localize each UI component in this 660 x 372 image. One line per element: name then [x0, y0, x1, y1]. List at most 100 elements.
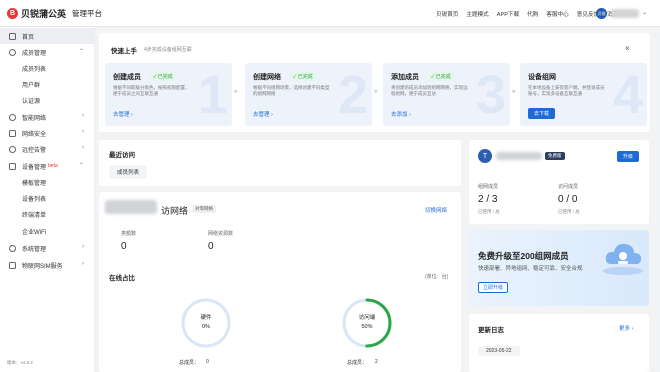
chevron-right-icon: ›	[82, 129, 84, 135]
network-name-blurred	[105, 200, 157, 214]
network-icon	[9, 113, 16, 121]
stat-label: 访问成员	[558, 184, 579, 190]
stat-value: 0	[121, 241, 127, 252]
nav-app-download-link[interactable]: APP下载	[497, 10, 519, 18]
completed-badge: ✓ 已完成	[150, 72, 176, 81]
account-name-blurred	[496, 152, 542, 160]
sidebar-item-device-management[interactable]: 设备管理 beta ⌃	[0, 158, 95, 174]
switch-network-link[interactable]: 切换网络	[425, 206, 447, 214]
chevron-right-icon: ›	[82, 113, 84, 119]
sidebar-item-home[interactable]: 首页	[0, 28, 95, 44]
step-desc: 根据不同职级分角色，按照权限配置，便于成员之间互联互通	[113, 85, 190, 96]
total-label: 总成员：	[179, 360, 200, 366]
sidebar-item-auth-sources[interactable]: 认证源	[0, 92, 95, 108]
sidebar-item-smart-network[interactable]: 智能网络 ›	[0, 109, 95, 125]
sidebar-item-terminal-list[interactable]: 终端清单	[0, 206, 95, 222]
sidebar-item-templates[interactable]: 模板管理	[0, 174, 95, 190]
sidebar-item-system[interactable]: 系统管理 ›	[0, 240, 95, 256]
completed-badge: ✓ 已完成	[290, 72, 316, 81]
sim-card-icon	[9, 261, 16, 269]
step-title: 设备组网	[528, 74, 556, 81]
nav-purchase-link[interactable]: 代购	[527, 10, 538, 18]
shield-icon	[9, 129, 16, 137]
total-label: 总成员：	[347, 360, 368, 366]
ring-percent: 50%	[361, 324, 373, 330]
step-create-members: 1 创建成员 ✓ 已完成 根据不同职级分角色，按照权限配置，便于成员之间互联互通…	[105, 63, 232, 126]
ring-label: 访问端	[358, 315, 376, 321]
chevron-up-icon: ⌃	[78, 49, 84, 55]
logo-icon: B	[7, 8, 18, 19]
network-card: 访网络 对等网络 切换网络 类额数 0 网络资源数 0 在线占比 (单位：台) …	[99, 192, 461, 372]
sidebar-item-enterprise-wifi[interactable]: 企业WiFi	[0, 223, 95, 239]
quickstart-card: 快速上手 4步完成设备组网互联 × 1 创建成员 ✓ 已完成 根据不同职级分角色…	[99, 33, 650, 132]
recent-title: 最近访问	[109, 152, 135, 159]
sidebar-item-user-groups[interactable]: 用户群	[0, 76, 95, 92]
close-icon[interactable]: ×	[625, 44, 630, 53]
step-desc: 将创建的成员添加到组网网络，实现远程组网，便于成员互访	[391, 85, 468, 96]
nav-theme-link[interactable]: 主题模式	[466, 10, 488, 18]
stat-value: 0 / 0	[558, 194, 578, 205]
changelog-card: 更新日志 更多 › 2023-05-22	[469, 314, 649, 372]
network-type-tag: 对等网络	[192, 205, 216, 213]
stat-sub: 已使用 / 总	[478, 209, 500, 214]
gear-icon	[9, 244, 16, 252]
step-action-link[interactable]: 去添加 ›	[391, 110, 411, 118]
sidebar-item-members[interactable]: 成员管理 ⌃	[0, 44, 95, 60]
home-icon	[9, 32, 16, 40]
stat-label: 类额数	[121, 231, 137, 237]
changelog-title: 更新日志	[478, 327, 504, 334]
promo-subtitle: 快速部署、异地组网、稳定可靠、安全合规	[478, 266, 583, 272]
account-avatar: T	[478, 149, 492, 163]
account-card: T 免费版 升级 组网成员 2 / 3 已使用 / 总 访问成员 0 / 0 已…	[469, 140, 649, 224]
chevron-down-icon[interactable]: ⌄	[642, 9, 647, 16]
logo[interactable]: B 贝锐蒲公英 管理平台	[7, 7, 102, 20]
user-avatar[interactable]: 贝锐	[596, 8, 607, 19]
ring-label: 硬件	[200, 315, 212, 321]
step-action-link[interactable]: 去管理 ›	[113, 110, 133, 118]
sidebar-item-network-security[interactable]: 网络安全 ›	[0, 125, 95, 141]
chevron-right-icon: ›	[82, 145, 84, 151]
app-name: 贝锐蒲公英	[21, 9, 67, 19]
promo-banner[interactable]: 免费升级至200组网成员 快速部署、异地组网、稳定可靠、安全合规 立即升级	[469, 230, 649, 306]
chevron-right-icon: ›	[82, 244, 84, 250]
online-title: 在线占比	[109, 275, 135, 282]
step-title: 创建成员	[113, 74, 141, 81]
step-create-network: 2 创建网络 ✓ 已完成 根据不同组网场景，选择创建不同类型的组网网络 去管理 …	[245, 63, 372, 126]
user-name-blurred[interactable]	[611, 9, 639, 18]
version-label: 版本：v4.9.2	[7, 360, 33, 365]
step-number: 3	[475, 65, 506, 125]
sidebar: 首页 成员管理 ⌃ 成员列表 用户群 认证源 智能网络 › 网络安全 › 远控告…	[0, 27, 95, 372]
step-action-link[interactable]: 去管理 ›	[253, 110, 273, 118]
top-bar: B 贝锐蒲公英 管理平台 贝锐首页 主题模式 APP下载 代购 客服中心 意见反…	[0, 0, 660, 27]
step-number: 4	[612, 65, 643, 125]
visitor-ring-chart	[342, 298, 392, 348]
step-title: 创建网络	[253, 74, 281, 81]
sidebar-item-member-list[interactable]: 成员列表	[0, 60, 95, 76]
cloud-illustration-icon	[603, 243, 643, 275]
plan-tag: 免费版	[545, 152, 565, 160]
changelog-more-link[interactable]: 更多 ›	[619, 324, 633, 332]
network-name-suffix: 访网络	[161, 206, 189, 216]
upgrade-button[interactable]: 升级	[617, 151, 640, 162]
online-unit: (单位：台)	[425, 274, 449, 280]
user-icon	[9, 48, 16, 56]
nav-support-link[interactable]: 客服中心	[546, 10, 568, 18]
step-number: 2	[337, 65, 368, 125]
recent-chip-member-list[interactable]: 成员列表	[109, 165, 148, 179]
quickstart-title: 快速上手	[111, 48, 137, 55]
sidebar-item-iot-sim[interactable]: 物联网SIM服务 ›	[0, 257, 95, 273]
promo-upgrade-button[interactable]: 立即升级	[478, 282, 509, 293]
stat-sub: 已使用 / 总	[558, 209, 580, 214]
nav-home-link[interactable]: 贝锐首页	[436, 10, 458, 18]
hardware-ring-chart	[181, 298, 231, 348]
completed-badge: ✓ 已完成	[428, 72, 454, 81]
total-value: 2	[375, 359, 378, 365]
total-value: 0	[206, 359, 209, 365]
download-button[interactable]: 去下载	[528, 108, 556, 119]
chevron-right-icon: ›	[82, 261, 84, 267]
stat-label: 组网成员	[478, 184, 499, 190]
recent-card: 最近访问 成员列表	[99, 140, 461, 186]
stat-value: 0	[208, 241, 214, 252]
sidebar-item-device-list[interactable]: 设备列表	[0, 190, 95, 206]
sidebar-item-remote-alerts[interactable]: 远控告警 ›	[0, 141, 95, 157]
